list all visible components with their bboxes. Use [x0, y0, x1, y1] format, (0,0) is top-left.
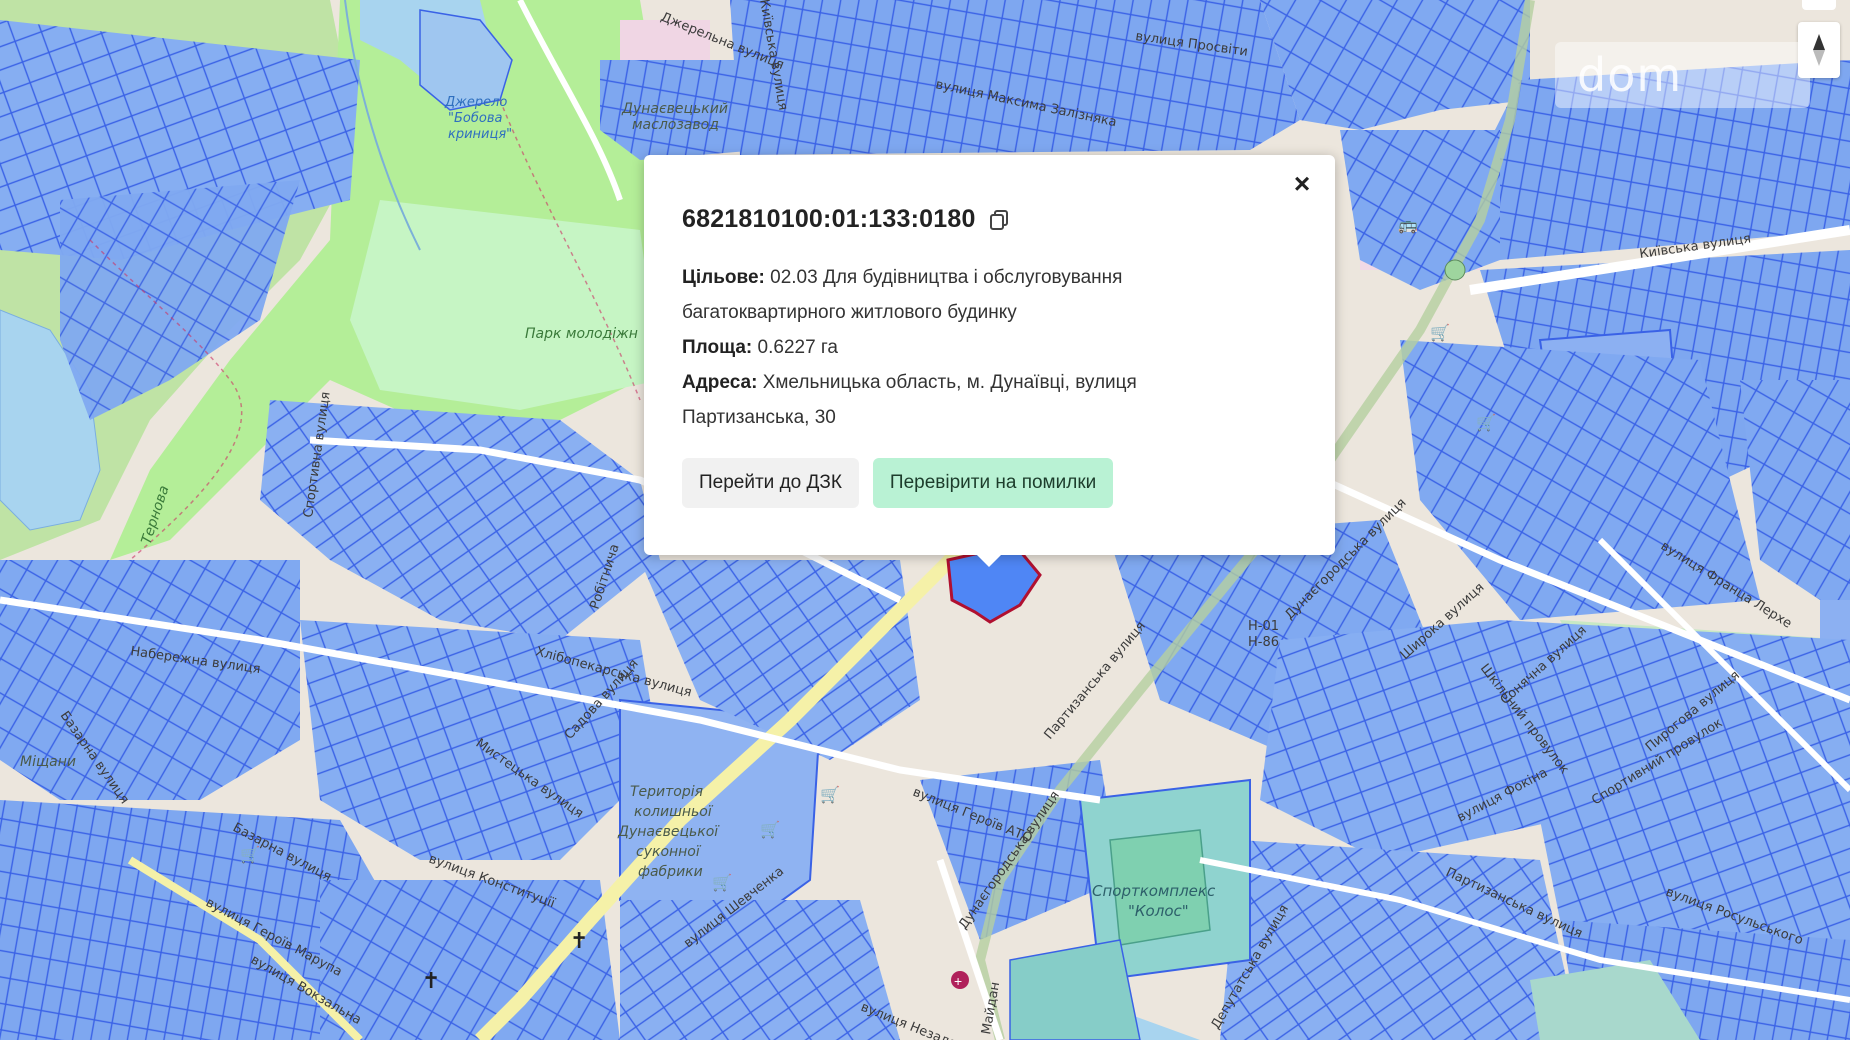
- go-to-dzk-button[interactable]: Перейти до ДЗК: [682, 458, 859, 508]
- label-sport-2: "Колос": [1128, 902, 1189, 920]
- compass-icon: [1813, 34, 1825, 66]
- address-value: Хмельницька область, м. Дунаївці, вулиця: [762, 372, 1137, 393]
- check-errors-button[interactable]: Перевірити на помилки: [872, 458, 1114, 508]
- popup-pointer: [975, 553, 1003, 567]
- purpose-label: Цільове:: [682, 267, 765, 288]
- label-spring-1: Джерело: [444, 95, 507, 110]
- purpose-value: 02.03 Для будівництва і обслуговування: [770, 267, 1123, 288]
- label-mishchany: Міщани: [20, 754, 76, 770]
- cadastral-row: 6821810100:01:133:0180: [682, 205, 1297, 234]
- address-line: Адреса: Хмельницька область, м. Дунаївці…: [682, 365, 1297, 400]
- parcels-church: [320, 880, 620, 1040]
- label-factory-2: колишньої: [634, 804, 714, 820]
- label-h01: Н-01: [1248, 619, 1279, 634]
- label-factory-1: Територія: [630, 784, 703, 800]
- park-lawn: [350, 200, 660, 410]
- hospital-cross-icon: +: [954, 973, 962, 989]
- label-sport-1: Спорткомплекс: [1092, 882, 1216, 900]
- map-control-top[interactable]: [1802, 0, 1836, 10]
- label-plant-1: Дунаєвецький: [621, 101, 728, 117]
- label-h86: Н-86: [1248, 635, 1279, 650]
- church-icon: ✝: [422, 968, 440, 993]
- watermark-logo: dom: [1555, 42, 1810, 108]
- address-label: Адреса:: [682, 372, 758, 393]
- shop-icon: 🛒: [1430, 323, 1450, 342]
- shop-icon: 🛒: [1476, 413, 1496, 432]
- parcel-info: Цільове: 02.03 Для будівництва і обслуго…: [682, 260, 1297, 435]
- label-spring-3: криниця": [448, 127, 512, 142]
- cadastral-number: 6821810100:01:133:0180: [682, 205, 976, 233]
- shop-icon: 🛒: [240, 845, 260, 864]
- close-button[interactable]: ×: [1287, 169, 1317, 199]
- parcel-popup: × 6821810100:01:133:0180 Цільове: 02.03 …: [644, 155, 1335, 555]
- label-park: Парк молодіжн: [525, 326, 638, 342]
- popup-actions: Перейти до ДЗК Перевірити на помилки: [682, 458, 1114, 508]
- area-value: 0.6227 га: [757, 337, 839, 358]
- label-factory-3: Дунаєвецької: [617, 824, 720, 840]
- area-label: Площа:: [682, 337, 753, 358]
- label-spring-2: "Бобова: [448, 111, 502, 126]
- copy-icon[interactable]: [988, 209, 1010, 231]
- parcels-north-center: [730, 0, 1300, 155]
- address-line-2: Партизанська, 30: [682, 407, 836, 428]
- label-factory-4: суконної: [636, 844, 702, 860]
- shop-icon: 🛒: [820, 785, 840, 804]
- church-icon: ✝: [570, 928, 588, 953]
- purpose-line: Цільове: 02.03 Для будівництва і обслуго…: [682, 260, 1297, 295]
- label-factory-5: фабрики: [638, 864, 703, 880]
- area-line: Площа: 0.6227 га: [682, 330, 1297, 365]
- bus-icon: 🚌: [1398, 217, 1418, 234]
- roundabout: [1444, 259, 1466, 281]
- parcels-south-2: [620, 900, 900, 1040]
- shop-icon: 🛒: [712, 873, 732, 892]
- purpose-line-2: багатоквартирного житлового будинку: [682, 302, 1017, 323]
- shop-icon: 🛒: [760, 820, 780, 839]
- label-plant-2: маслозавод: [632, 117, 719, 133]
